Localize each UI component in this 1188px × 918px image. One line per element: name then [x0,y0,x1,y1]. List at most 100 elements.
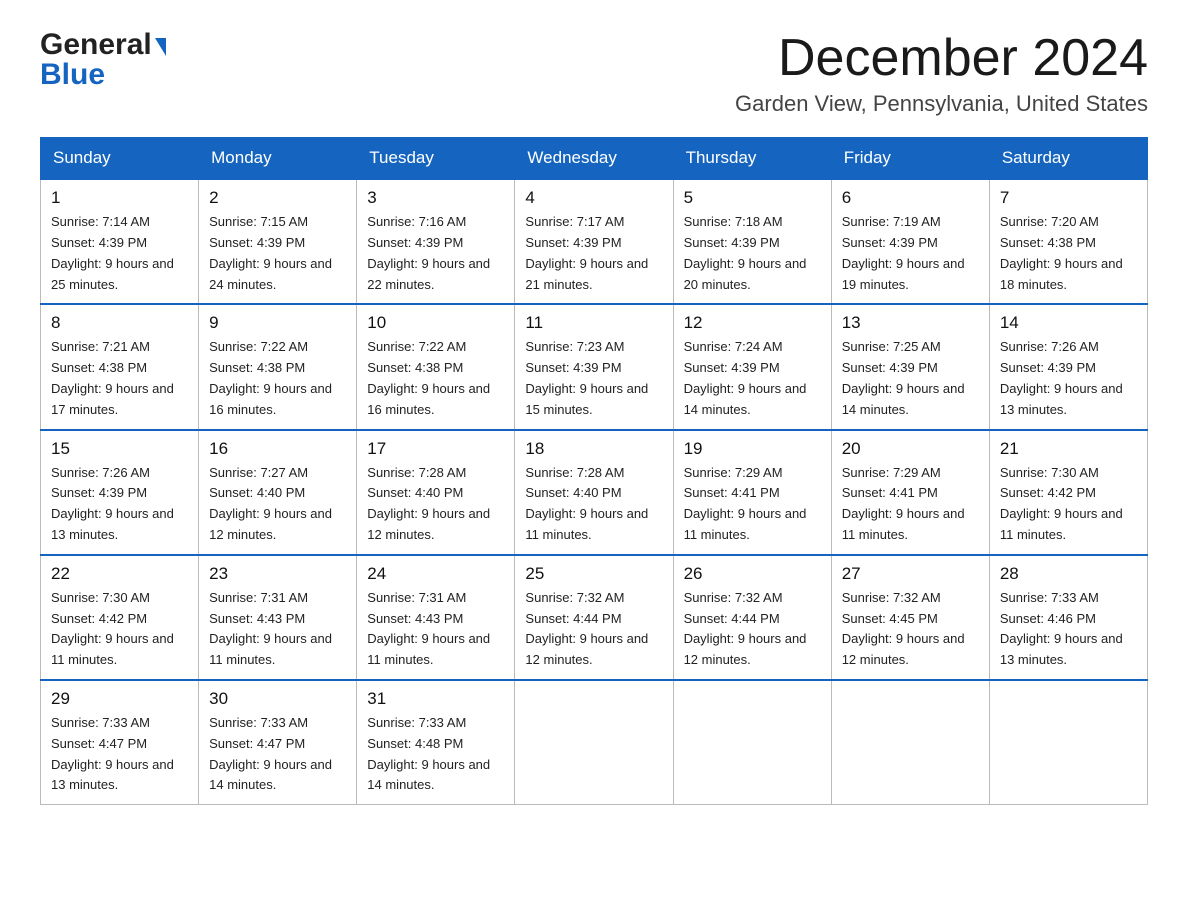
calendar-cell: 23 Sunrise: 7:31 AMSunset: 4:43 PMDaylig… [199,555,357,680]
day-number: 5 [684,188,821,208]
calendar-cell: 12 Sunrise: 7:24 AMSunset: 4:39 PMDaylig… [673,304,831,429]
calendar-cell: 10 Sunrise: 7:22 AMSunset: 4:38 PMDaylig… [357,304,515,429]
day-number: 4 [525,188,662,208]
day-of-week-header: Wednesday [515,138,673,180]
day-number: 15 [51,439,188,459]
day-info: Sunrise: 7:24 AMSunset: 4:39 PMDaylight:… [684,339,807,416]
day-of-week-header: Tuesday [357,138,515,180]
day-info: Sunrise: 7:33 AMSunset: 4:47 PMDaylight:… [51,715,174,792]
day-of-week-header: Saturday [989,138,1147,180]
calendar-cell: 24 Sunrise: 7:31 AMSunset: 4:43 PMDaylig… [357,555,515,680]
calendar-week-row: 22 Sunrise: 7:30 AMSunset: 4:42 PMDaylig… [41,555,1148,680]
day-info: Sunrise: 7:32 AMSunset: 4:45 PMDaylight:… [842,590,965,667]
day-number: 21 [1000,439,1137,459]
day-number: 17 [367,439,504,459]
calendar-cell: 7 Sunrise: 7:20 AMSunset: 4:38 PMDayligh… [989,179,1147,304]
calendar-cell: 2 Sunrise: 7:15 AMSunset: 4:39 PMDayligh… [199,179,357,304]
calendar-cell: 16 Sunrise: 7:27 AMSunset: 4:40 PMDaylig… [199,430,357,555]
day-info: Sunrise: 7:14 AMSunset: 4:39 PMDaylight:… [51,214,174,291]
calendar-cell: 8 Sunrise: 7:21 AMSunset: 4:38 PMDayligh… [41,304,199,429]
logo-blue-text: Blue [40,60,105,90]
day-number: 31 [367,689,504,709]
calendar-cell: 13 Sunrise: 7:25 AMSunset: 4:39 PMDaylig… [831,304,989,429]
day-number: 23 [209,564,346,584]
day-info: Sunrise: 7:33 AMSunset: 4:48 PMDaylight:… [367,715,490,792]
day-number: 1 [51,188,188,208]
calendar-cell [831,680,989,805]
logo-arrow-icon [155,38,166,56]
calendar-cell: 18 Sunrise: 7:28 AMSunset: 4:40 PMDaylig… [515,430,673,555]
day-number: 22 [51,564,188,584]
day-number: 6 [842,188,979,208]
calendar-cell: 21 Sunrise: 7:30 AMSunset: 4:42 PMDaylig… [989,430,1147,555]
day-info: Sunrise: 7:16 AMSunset: 4:39 PMDaylight:… [367,214,490,291]
month-title: December 2024 [735,30,1148,87]
calendar-cell: 6 Sunrise: 7:19 AMSunset: 4:39 PMDayligh… [831,179,989,304]
day-number: 3 [367,188,504,208]
day-of-week-header: Friday [831,138,989,180]
day-info: Sunrise: 7:22 AMSunset: 4:38 PMDaylight:… [367,339,490,416]
day-of-week-header: Thursday [673,138,831,180]
calendar-cell: 20 Sunrise: 7:29 AMSunset: 4:41 PMDaylig… [831,430,989,555]
calendar-cell: 19 Sunrise: 7:29 AMSunset: 4:41 PMDaylig… [673,430,831,555]
calendar-cell [673,680,831,805]
days-of-week-row: SundayMondayTuesdayWednesdayThursdayFrid… [41,138,1148,180]
day-info: Sunrise: 7:29 AMSunset: 4:41 PMDaylight:… [684,465,807,542]
day-info: Sunrise: 7:28 AMSunset: 4:40 PMDaylight:… [525,465,648,542]
day-info: Sunrise: 7:18 AMSunset: 4:39 PMDaylight:… [684,214,807,291]
logo-general-text: General [40,30,152,60]
day-number: 26 [684,564,821,584]
day-number: 2 [209,188,346,208]
day-info: Sunrise: 7:29 AMSunset: 4:41 PMDaylight:… [842,465,965,542]
day-info: Sunrise: 7:22 AMSunset: 4:38 PMDaylight:… [209,339,332,416]
day-info: Sunrise: 7:27 AMSunset: 4:40 PMDaylight:… [209,465,332,542]
day-number: 19 [684,439,821,459]
day-number: 11 [525,313,662,333]
day-info: Sunrise: 7:20 AMSunset: 4:38 PMDaylight:… [1000,214,1123,291]
day-number: 20 [842,439,979,459]
day-number: 7 [1000,188,1137,208]
calendar-cell: 25 Sunrise: 7:32 AMSunset: 4:44 PMDaylig… [515,555,673,680]
day-number: 8 [51,313,188,333]
calendar-table: SundayMondayTuesdayWednesdayThursdayFrid… [40,137,1148,805]
day-info: Sunrise: 7:17 AMSunset: 4:39 PMDaylight:… [525,214,648,291]
calendar-cell: 30 Sunrise: 7:33 AMSunset: 4:47 PMDaylig… [199,680,357,805]
day-number: 25 [525,564,662,584]
day-number: 29 [51,689,188,709]
calendar-cell: 11 Sunrise: 7:23 AMSunset: 4:39 PMDaylig… [515,304,673,429]
logo: General Blue [40,30,166,90]
location-title: Garden View, Pennsylvania, United States [735,91,1148,117]
calendar-cell: 17 Sunrise: 7:28 AMSunset: 4:40 PMDaylig… [357,430,515,555]
day-info: Sunrise: 7:30 AMSunset: 4:42 PMDaylight:… [1000,465,1123,542]
calendar-cell: 14 Sunrise: 7:26 AMSunset: 4:39 PMDaylig… [989,304,1147,429]
calendar-week-row: 29 Sunrise: 7:33 AMSunset: 4:47 PMDaylig… [41,680,1148,805]
day-info: Sunrise: 7:31 AMSunset: 4:43 PMDaylight:… [209,590,332,667]
day-info: Sunrise: 7:33 AMSunset: 4:46 PMDaylight:… [1000,590,1123,667]
day-number: 28 [1000,564,1137,584]
day-info: Sunrise: 7:32 AMSunset: 4:44 PMDaylight:… [525,590,648,667]
day-info: Sunrise: 7:30 AMSunset: 4:42 PMDaylight:… [51,590,174,667]
calendar-cell: 3 Sunrise: 7:16 AMSunset: 4:39 PMDayligh… [357,179,515,304]
day-number: 18 [525,439,662,459]
calendar-cell: 1 Sunrise: 7:14 AMSunset: 4:39 PMDayligh… [41,179,199,304]
calendar-cell: 29 Sunrise: 7:33 AMSunset: 4:47 PMDaylig… [41,680,199,805]
day-info: Sunrise: 7:26 AMSunset: 4:39 PMDaylight:… [51,465,174,542]
calendar-cell: 15 Sunrise: 7:26 AMSunset: 4:39 PMDaylig… [41,430,199,555]
day-info: Sunrise: 7:21 AMSunset: 4:38 PMDaylight:… [51,339,174,416]
day-info: Sunrise: 7:26 AMSunset: 4:39 PMDaylight:… [1000,339,1123,416]
calendar-cell: 28 Sunrise: 7:33 AMSunset: 4:46 PMDaylig… [989,555,1147,680]
calendar-cell: 31 Sunrise: 7:33 AMSunset: 4:48 PMDaylig… [357,680,515,805]
day-info: Sunrise: 7:23 AMSunset: 4:39 PMDaylight:… [525,339,648,416]
day-number: 10 [367,313,504,333]
day-number: 14 [1000,313,1137,333]
day-of-week-header: Monday [199,138,357,180]
day-number: 13 [842,313,979,333]
calendar-cell [515,680,673,805]
page-header: General Blue December 2024 Garden View, … [40,30,1148,117]
day-info: Sunrise: 7:19 AMSunset: 4:39 PMDaylight:… [842,214,965,291]
calendar-week-row: 1 Sunrise: 7:14 AMSunset: 4:39 PMDayligh… [41,179,1148,304]
day-number: 9 [209,313,346,333]
day-info: Sunrise: 7:25 AMSunset: 4:39 PMDaylight:… [842,339,965,416]
day-info: Sunrise: 7:28 AMSunset: 4:40 PMDaylight:… [367,465,490,542]
calendar-week-row: 15 Sunrise: 7:26 AMSunset: 4:39 PMDaylig… [41,430,1148,555]
